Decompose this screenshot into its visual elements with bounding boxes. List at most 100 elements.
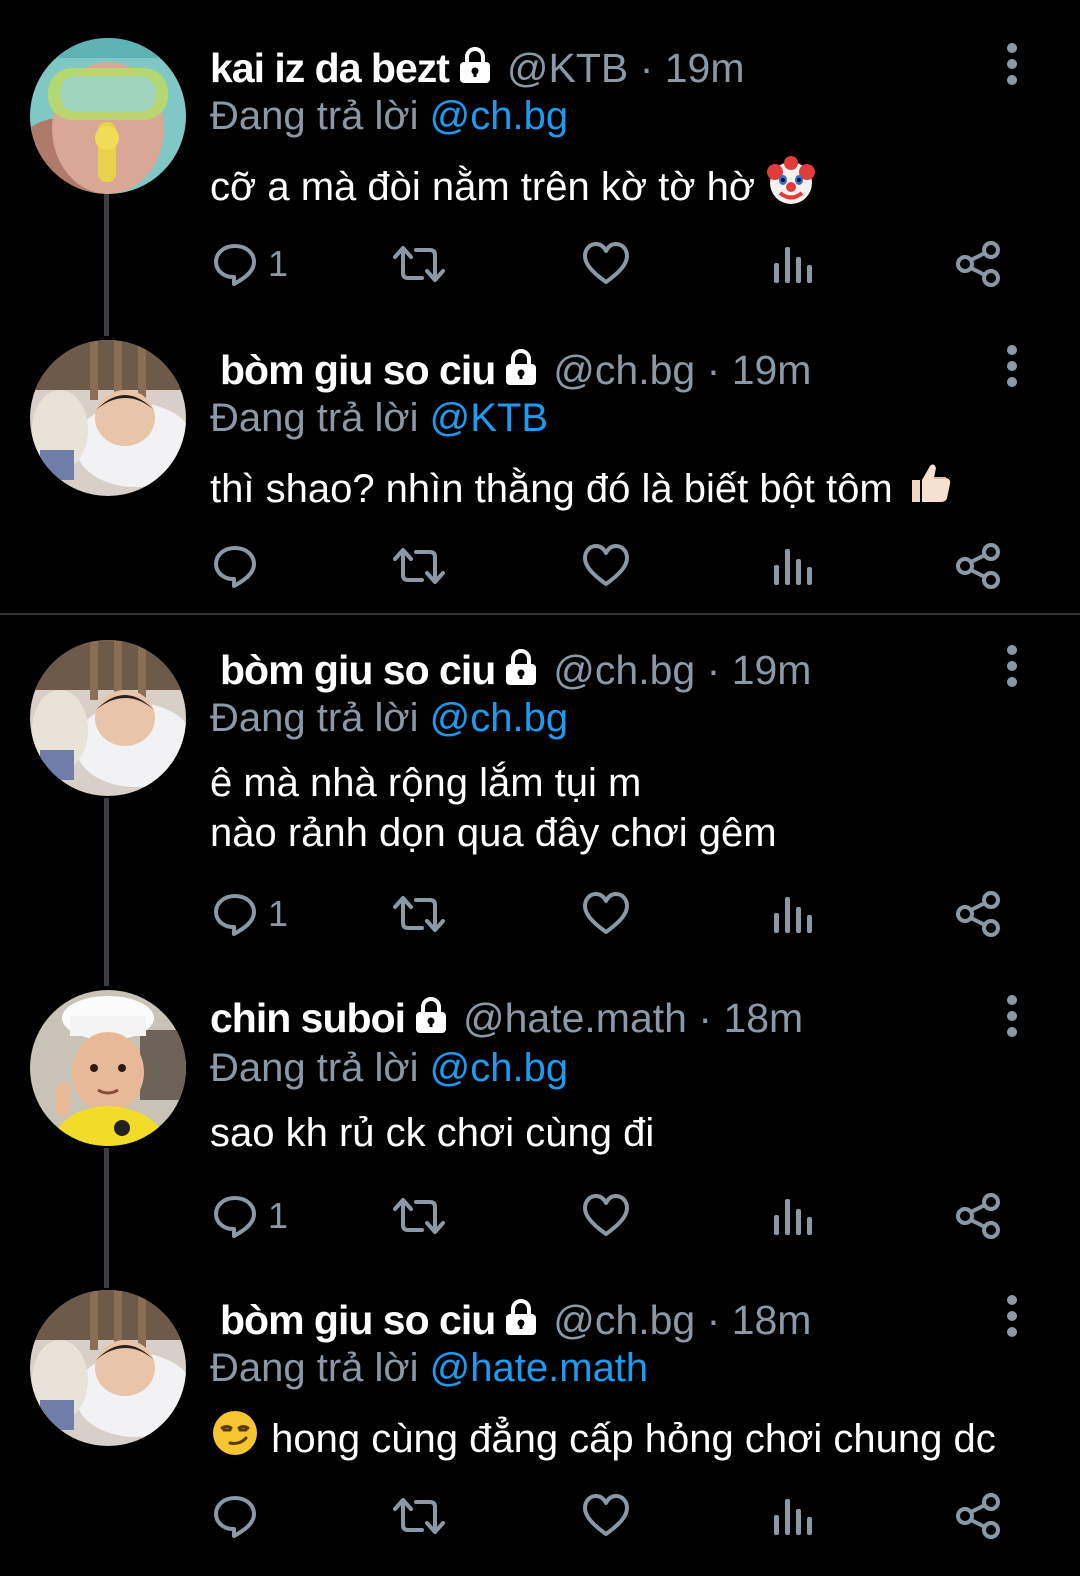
share-icon bbox=[956, 891, 1000, 937]
tweet-item[interactable]: chin suboi @hate.math · 18m Đang trả lời … bbox=[0, 980, 1080, 1280]
tweet-item[interactable]: bòm giu so ciu @ch.bg · 19m Đang trả lời … bbox=[0, 630, 1080, 980]
share-button[interactable] bbox=[954, 884, 1002, 944]
display-name[interactable]: chin suboi bbox=[210, 995, 406, 1041]
like-button[interactable] bbox=[582, 234, 630, 294]
reply-context: Đang trả lời @ch.bg bbox=[210, 694, 568, 742]
reply-prefix: Đang trả lời bbox=[210, 1046, 419, 1090]
views-button[interactable] bbox=[770, 1186, 814, 1246]
avatar[interactable] bbox=[30, 990, 186, 1146]
smirking-face-icon bbox=[210, 1408, 260, 1470]
tweet-text-line: sao kh rủ ck chơi cùng đi bbox=[210, 1111, 655, 1155]
tweet-actions: 1 bbox=[200, 234, 1020, 294]
timestamp[interactable]: 18m bbox=[732, 1297, 812, 1343]
tweet-item[interactable]: bòm giu so ciu @ch.bg · 19m Đang trả lời … bbox=[0, 330, 1080, 612]
reply-count: 1 bbox=[268, 243, 289, 284]
reply-icon bbox=[214, 244, 256, 286]
tweet-text-line: nào rảnh dọn qua đây chơi gêm bbox=[210, 811, 777, 855]
mention-link[interactable]: @KTB bbox=[430, 396, 548, 440]
user-handle[interactable]: @KTB bbox=[507, 45, 628, 91]
mention-link[interactable]: @hate.math bbox=[430, 1346, 649, 1390]
mention-link[interactable]: @ch.bg bbox=[430, 94, 568, 138]
retweet-button[interactable] bbox=[392, 1186, 446, 1246]
tweet-item[interactable]: bòm giu so ciu @ch.bg · 18m Đang trả lời … bbox=[0, 1280, 1080, 1576]
tweet-text: sao kh rủ ck chơi cùng đi bbox=[210, 1108, 654, 1158]
mention-link[interactable]: @ch.bg bbox=[430, 696, 568, 740]
reply-icon bbox=[214, 1196, 256, 1238]
views-icon bbox=[774, 1499, 812, 1535]
reply-count: 1 bbox=[268, 1195, 289, 1236]
retweet-button[interactable] bbox=[392, 234, 446, 294]
display-name[interactable]: bòm giu so ciu bbox=[220, 1297, 496, 1343]
reply-context: Đang trả lời @ch.bg bbox=[210, 1044, 568, 1092]
views-button[interactable] bbox=[770, 884, 814, 944]
more-icon[interactable] bbox=[992, 988, 1032, 1044]
retweet-button[interactable] bbox=[392, 536, 446, 596]
share-icon bbox=[956, 1193, 1000, 1239]
more-icon[interactable] bbox=[992, 1288, 1032, 1344]
share-button[interactable] bbox=[954, 1486, 1002, 1546]
timestamp[interactable]: 18m bbox=[723, 995, 803, 1041]
like-icon bbox=[583, 242, 629, 284]
views-button[interactable] bbox=[770, 234, 814, 294]
retweet-icon bbox=[393, 1498, 445, 1534]
tweet-text-line: hong cùng đẳng cấp hỏng chơi chung dc bbox=[271, 1417, 996, 1461]
reply-button[interactable] bbox=[212, 1486, 258, 1546]
like-button[interactable] bbox=[582, 536, 630, 596]
share-icon bbox=[956, 241, 1000, 287]
share-button[interactable] bbox=[954, 1186, 1002, 1246]
mention-link[interactable]: @ch.bg bbox=[430, 1046, 568, 1090]
display-name[interactable]: bòm giu so ciu bbox=[220, 347, 496, 393]
reply-button[interactable] bbox=[212, 536, 258, 596]
separator-dot: · bbox=[639, 45, 654, 91]
timestamp[interactable]: 19m bbox=[732, 347, 812, 393]
reply-prefix: Đang trả lời bbox=[210, 696, 419, 740]
tweet-text: cỡ a mà đòi nằm trên kờ tờ hờ bbox=[210, 156, 816, 218]
reply-context: Đang trả lời @hate.math bbox=[210, 1344, 648, 1392]
share-icon bbox=[956, 543, 1000, 589]
tweet-item[interactable]: kai iz da bezt @KTB · 19m Đang trả lời @c… bbox=[0, 0, 1080, 330]
tweet-text-line: thì shao? nhìn thằng đó là biết bột tôm bbox=[210, 467, 893, 511]
tweet-header: bòm giu so ciu @ch.bg · 18m bbox=[220, 1292, 811, 1348]
retweet-button[interactable] bbox=[392, 884, 446, 944]
timestamp[interactable]: 19m bbox=[732, 647, 812, 693]
reply-icon bbox=[214, 1496, 256, 1538]
more-icon[interactable] bbox=[992, 36, 1032, 92]
user-handle[interactable]: @ch.bg bbox=[553, 647, 695, 693]
like-button[interactable] bbox=[582, 884, 630, 944]
tweet-header: bòm giu so ciu @ch.bg · 19m bbox=[220, 642, 811, 698]
like-button[interactable] bbox=[582, 1186, 630, 1246]
share-icon bbox=[956, 1493, 1000, 1539]
tweet-actions: 1 bbox=[200, 1186, 1020, 1246]
avatar[interactable] bbox=[30, 640, 186, 796]
timestamp[interactable]: 19m bbox=[665, 45, 745, 91]
user-handle[interactable]: @ch.bg bbox=[553, 347, 695, 393]
like-button[interactable] bbox=[582, 1486, 630, 1546]
user-handle[interactable]: @hate.math bbox=[463, 995, 687, 1041]
retweet-icon bbox=[393, 246, 445, 282]
avatar[interactable] bbox=[30, 38, 186, 194]
retweet-button[interactable] bbox=[392, 1486, 446, 1546]
reply-button[interactable]: 1 bbox=[212, 884, 288, 944]
reply-button[interactable]: 1 bbox=[212, 1186, 288, 1246]
views-button[interactable] bbox=[770, 1486, 814, 1546]
display-name[interactable]: bòm giu so ciu bbox=[220, 647, 496, 693]
avatar[interactable] bbox=[30, 1290, 186, 1446]
more-icon[interactable] bbox=[992, 338, 1032, 394]
retweet-icon bbox=[393, 1198, 445, 1234]
user-handle[interactable]: @ch.bg bbox=[553, 1297, 695, 1343]
reply-prefix: Đang trả lời bbox=[210, 94, 419, 138]
avatar[interactable] bbox=[30, 340, 186, 496]
views-icon bbox=[774, 549, 812, 585]
tweet-header: bòm giu so ciu @ch.bg · 19m bbox=[220, 342, 811, 398]
display-name[interactable]: kai iz da bezt bbox=[210, 45, 450, 91]
reply-button[interactable]: 1 bbox=[212, 234, 288, 294]
retweet-icon bbox=[393, 896, 445, 932]
views-icon bbox=[774, 1199, 812, 1235]
views-button[interactable] bbox=[770, 536, 814, 596]
share-button[interactable] bbox=[954, 536, 1002, 596]
lock-icon bbox=[501, 1295, 541, 1351]
tweet-text-line: ê mà nhà rộng lắm tụi m bbox=[210, 761, 642, 805]
like-icon bbox=[583, 1494, 629, 1536]
more-icon[interactable] bbox=[992, 638, 1032, 694]
share-button[interactable] bbox=[954, 234, 1002, 294]
